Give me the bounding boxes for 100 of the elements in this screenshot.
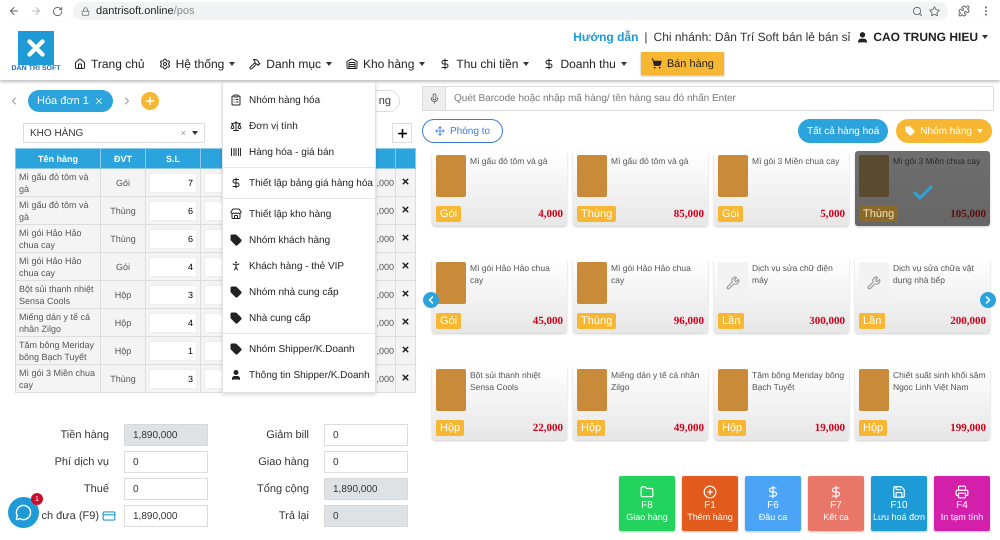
move-icon [435, 126, 445, 136]
quantity-field[interactable]: 3 [149, 368, 197, 388]
microphone-icon[interactable] [428, 93, 440, 104]
search-icon[interactable] [912, 6, 923, 16]
reload-icon[interactable] [52, 6, 63, 16]
nav-item[interactable]: Hệ thống [158, 56, 236, 70]
next-page-icon[interactable] [980, 292, 996, 308]
product-price: 300,000 [809, 315, 845, 327]
user-menu[interactable]: CAO TRUNG HIEU [856, 30, 988, 44]
nav-item[interactable]: Trang chủ [74, 56, 145, 70]
folder-icon [640, 485, 654, 499]
quantity-field[interactable]: 3 [149, 284, 197, 304]
product-card[interactable]: Tăm bông Meriday bông Bạch Tuyết Hộp 19,000 [714, 365, 849, 440]
remove-icon[interactable] [401, 316, 410, 326]
product-card[interactable]: Dịch vụ sửa chữ điện máy Lần 300,000 [714, 258, 849, 333]
table-cell: Mì gói Hảo Hảo chua cay [16, 252, 100, 280]
menu-item[interactable]: Hàng hóa - giá bán [223, 139, 375, 165]
wrench-icon [718, 262, 748, 304]
product-price: 49,000 [674, 422, 704, 434]
star-icon[interactable] [929, 6, 940, 16]
amount-field[interactable]: 0 [124, 478, 208, 500]
warehouse-select[interactable]: KHO HÀNG × [23, 123, 205, 143]
quantity-field[interactable]: 6 [149, 200, 197, 220]
product-card[interactable]: Mì gói 3 Miền chua cay Gói 5,000 [714, 151, 849, 226]
photo-placeholder [436, 155, 466, 197]
product-card[interactable]: Mì gói Hảo Hảo chua cay Gói 45,000 [432, 258, 567, 333]
nav-item[interactable]: Kho hàng [346, 56, 426, 70]
close-icon[interactable] [94, 96, 104, 106]
chat-icon [15, 504, 32, 521]
nav-item[interactable]: Doanh thu [543, 56, 627, 70]
photo-placeholder [577, 262, 607, 304]
quantity-field[interactable]: 1 [149, 340, 197, 360]
unit-badge: Thùng [859, 206, 898, 222]
amount-field[interactable]: 0 [324, 424, 408, 446]
product-card[interactable]: Mì gấu đỏ tôm và gà Thùng 85,000 [573, 151, 708, 226]
field-label: Thuế [84, 483, 109, 495]
scale-icon [230, 120, 242, 132]
remove-icon[interactable] [401, 260, 410, 270]
branch-text: Chi nhánh: Dân Trí Soft bán lẻ bán sỉ [654, 30, 850, 44]
table-cell: Miếng dán y tế cá nhân Zilgo [16, 308, 100, 336]
action-button[interactable]: F4 In tạm tính [934, 476, 990, 531]
wrench-icon [859, 262, 889, 304]
action-button[interactable]: F1 Thêm hàng [682, 476, 738, 531]
product-name: Dịch vụ sửa chữa vật dụng nhà bếp [893, 262, 975, 286]
product-price: 199,000 [950, 422, 986, 434]
product-name: Mì gói 3 Miền chua cay [752, 155, 840, 167]
remove-icon[interactable] [401, 372, 410, 382]
zoom-button[interactable]: Phóng to [422, 119, 504, 143]
product-card[interactable]: Bột sủi thanh nhiệt Sensa Cools Hộp 22,000 [432, 365, 567, 440]
field-label: Trả lại [278, 510, 309, 522]
person-icon [230, 260, 242, 272]
product-price: 85,000 [674, 208, 704, 220]
nav-item[interactable]: Thu chi tiền [439, 56, 530, 70]
add-button[interactable] [392, 123, 412, 143]
product-price: 5,000 [820, 208, 845, 220]
remove-icon[interactable] [401, 204, 410, 214]
barcode-search-field[interactable]: Quét Barcode hoặc nhập mã hàng/ tên hàng sau đó nhấn Enter [445, 86, 994, 111]
amount-field[interactable]: 0 [324, 451, 408, 473]
field-label: Giao hàng [258, 456, 309, 468]
home-icon [74, 58, 86, 70]
back-icon[interactable] [8, 5, 20, 17]
address-bar[interactable]: dantrisoft.online/pos [73, 2, 948, 20]
product-name: Tăm bông Meriday bông Bạch Tuyết [752, 369, 845, 393]
nav-item[interactable]: Danh mục [249, 56, 332, 70]
product-price: 45,000 [532, 315, 563, 327]
remove-icon[interactable] [401, 232, 410, 242]
amount-field[interactable]: 1,890,000 [124, 505, 208, 527]
remove-icon[interactable] [401, 288, 410, 298]
menu-item[interactable]: Đơn vị tính [223, 113, 375, 139]
product-card[interactable]: Miếng dán y tế cá nhân Zilgo Hộp 49,000 [573, 365, 708, 440]
url-text: dantrisoft.online/pos [96, 5, 196, 17]
puzzle-icon[interactable] [958, 5, 970, 17]
product-card[interactable]: Dịch vụ sửa chữa vật dụng nhà bếp Lần 200,000 [855, 258, 990, 333]
card-icon[interactable] [102, 509, 116, 523]
menu-item[interactable]: Nhóm hàng hóa [223, 87, 375, 113]
product-card[interactable]: Mì gấu đỏ tôm và gà Gói 4,000 [432, 151, 567, 226]
table-cell: Hộp [100, 308, 146, 336]
logo-mark-icon [18, 31, 54, 65]
product-card[interactable]: Chiết suất sinh khối sâm Ngọc Linh Việt Nam Hộp 199,000 [855, 365, 990, 440]
quantity-field[interactable]: 4 [149, 312, 197, 332]
product-name: Dịch vụ sửa chữ điện máy [752, 262, 834, 286]
product-card[interactable]: Mì gói 3 Miền chua cay Thùng 105,000 [855, 151, 990, 226]
dollar-icon [230, 177, 242, 189]
column-header: S.L [146, 148, 200, 168]
user-icon [230, 369, 242, 381]
quantity-field[interactable]: 4 [149, 256, 197, 276]
quantity-field[interactable]: 7 [149, 172, 197, 192]
warehouse-icon [346, 58, 358, 70]
remove-icon[interactable] [401, 344, 410, 354]
plus-icon [144, 95, 156, 107]
product-name: Mì gói Hảo Hảo chua cay [470, 262, 551, 286]
remove-icon[interactable] [401, 176, 410, 186]
product-price: 200,000 [950, 315, 986, 327]
sell-button[interactable]: Bán hàng [640, 52, 724, 75]
photo-placeholder [436, 262, 466, 304]
menu-item[interactable]: Thiết lập bảng giá hàng hóa [223, 170, 375, 196]
product-card[interactable]: Mì gói Hảo Hảo chua cay Thùng 96,000 [573, 258, 708, 333]
previous-page-icon[interactable] [423, 292, 439, 308]
amount-field[interactable]: 0 [124, 451, 208, 473]
quantity-field[interactable]: 6 [149, 228, 197, 248]
